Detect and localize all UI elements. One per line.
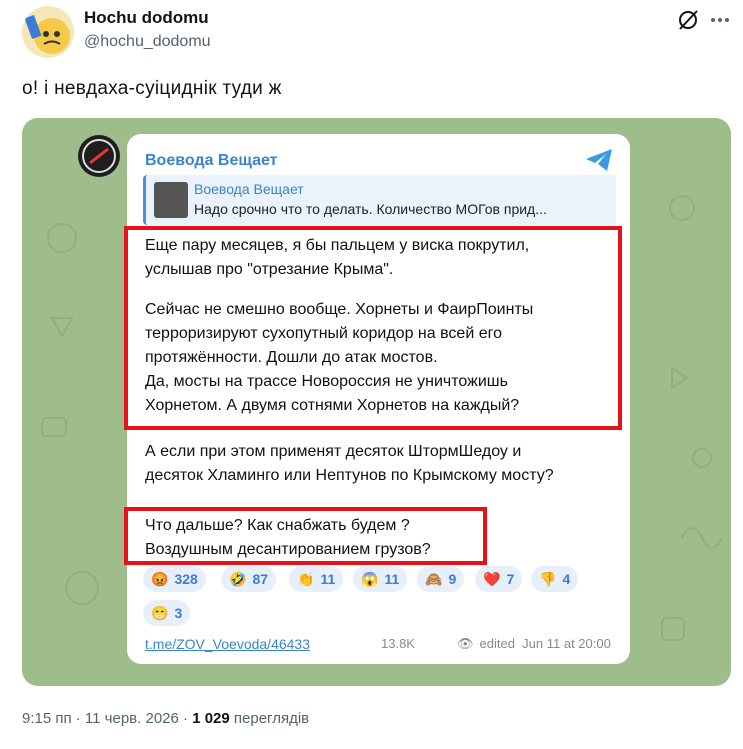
post-meta: 👁 edited Jun 11 at 20:00 [457,636,611,652]
author-name[interactable]: Hochu dodomu [84,8,209,28]
post-link: t.me/ZOV_Voevoda/46433 [145,636,310,652]
channel-title: Воевода Вещает [145,152,278,169]
telegram-post: Воевода Вещает Воевода Вещает Надо срочн… [124,134,630,664]
reply-text: Надо срочно что то делать. Количество МО… [194,201,547,217]
reply-quote: Воевода Вещает Надо срочно что то делать… [143,175,616,225]
reaction-chip: 👏 11 [289,566,344,592]
post-views: 13.8K [381,636,415,651]
edited-label: edited [479,636,515,651]
tweet-media-screenshot[interactable]: Воевода Вещает Воевода Вещает Надо срочн… [22,118,731,686]
reply-thumbnail [154,182,188,218]
reply-author: Воевода Вещает [194,181,304,197]
tweet-footer: 9:15 пп · 11 черв. 2026 · 1 029 перегляд… [22,710,309,727]
post-paragraph-3: А если при этом применят десяток ШтормШе… [145,443,554,484]
reaction-chip: 😱 11 [353,566,408,592]
reaction-chip: 🙈 9 [417,566,465,592]
highlight-box-2 [124,507,487,565]
views-label: переглядів [229,710,310,727]
more-options-icon[interactable] [708,8,732,32]
tweet-text: о! і невдаха-суіциднік туди ж [22,78,282,99]
grok-icon[interactable] [676,8,700,32]
author-handle[interactable]: @hochu_dodomu [84,33,211,51]
highlight-box-1 [124,226,622,430]
telegram-icon [584,148,614,172]
reaction-chip: 😡 328 [143,566,206,592]
reaction-chip: 😁 3 [143,600,191,626]
post-date: Jun 11 at 20:00 [522,636,611,651]
reaction-chip: ❤️ 7 [475,566,523,592]
eye-icon: 👁 [457,636,474,651]
reaction-chip: 👎 4 [531,566,579,592]
tweet-timestamp[interactable]: 9:15 пп · 11 черв. 2026 · [22,710,192,727]
channel-avatar [78,135,120,177]
view-count: 1 029 [192,710,230,727]
author-avatar[interactable] [22,6,74,58]
reaction-chip: 🤣 87 [221,566,277,592]
